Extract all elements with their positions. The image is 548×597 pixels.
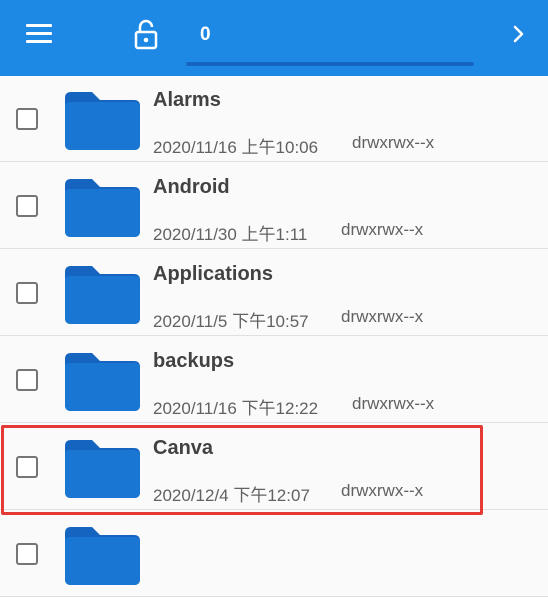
top-toolbar: 0	[0, 0, 548, 76]
path-underline	[186, 62, 474, 66]
folder-icon	[62, 434, 142, 500]
list-item[interactable]: Alarms 2020/11/16 上午10:06 drwxrwx--x	[0, 76, 548, 162]
item-checkbox[interactable]	[16, 108, 38, 130]
item-checkbox[interactable]	[16, 543, 38, 565]
path-value: 0	[200, 24, 211, 45]
item-checkbox[interactable]	[16, 195, 38, 217]
file-name: backups	[153, 350, 235, 372]
list-item[interactable]: Applications 2020/11/5 下午10:57 drwxrwx--…	[0, 250, 548, 336]
path-input[interactable]: 0	[186, 14, 474, 66]
file-permissions: drwxrwx--x	[341, 481, 424, 500]
file-name: Android	[153, 176, 230, 198]
folder-icon	[62, 173, 142, 239]
list-item[interactable]: backups 2020/11/16 下午12:22 drwxrwx--x	[0, 337, 548, 423]
list-item[interactable]: Android 2020/11/30 上午1:11 drwxrwx--x	[0, 163, 548, 249]
lock-open-icon[interactable]	[131, 18, 161, 50]
list-item[interactable]	[0, 511, 548, 597]
item-checkbox[interactable]	[16, 456, 38, 478]
file-permissions: drwxrwx--x	[352, 394, 435, 413]
file-date: 2020/11/16 上午10:06	[153, 138, 319, 157]
folder-icon	[62, 521, 142, 587]
file-list: Alarms 2020/11/16 上午10:06 drwxrwx--x And…	[0, 76, 548, 597]
file-name: Applications	[153, 263, 274, 285]
file-permissions: drwxrwx--x	[341, 220, 424, 239]
list-item[interactable]: Canva 2020/12/4 下午12:07 drwxrwx--x	[0, 424, 548, 510]
file-permissions: drwxrwx--x	[352, 133, 435, 152]
file-name: Alarms	[153, 89, 221, 111]
file-date: 2020/11/5 下午10:57	[153, 312, 309, 331]
folder-icon	[62, 86, 142, 152]
file-date: 2020/12/4 下午12:07	[153, 486, 310, 505]
item-checkbox[interactable]	[16, 369, 38, 391]
chevron-right-icon[interactable]	[508, 20, 530, 48]
folder-icon	[62, 260, 142, 326]
file-date: 2020/11/30 上午1:11	[153, 225, 308, 244]
menu-icon[interactable]	[26, 22, 54, 46]
file-name: Canva	[153, 437, 214, 459]
item-checkbox[interactable]	[16, 282, 38, 304]
file-date: 2020/11/16 下午12:22	[153, 399, 319, 418]
file-permissions: drwxrwx--x	[341, 307, 424, 326]
folder-icon	[62, 347, 142, 413]
